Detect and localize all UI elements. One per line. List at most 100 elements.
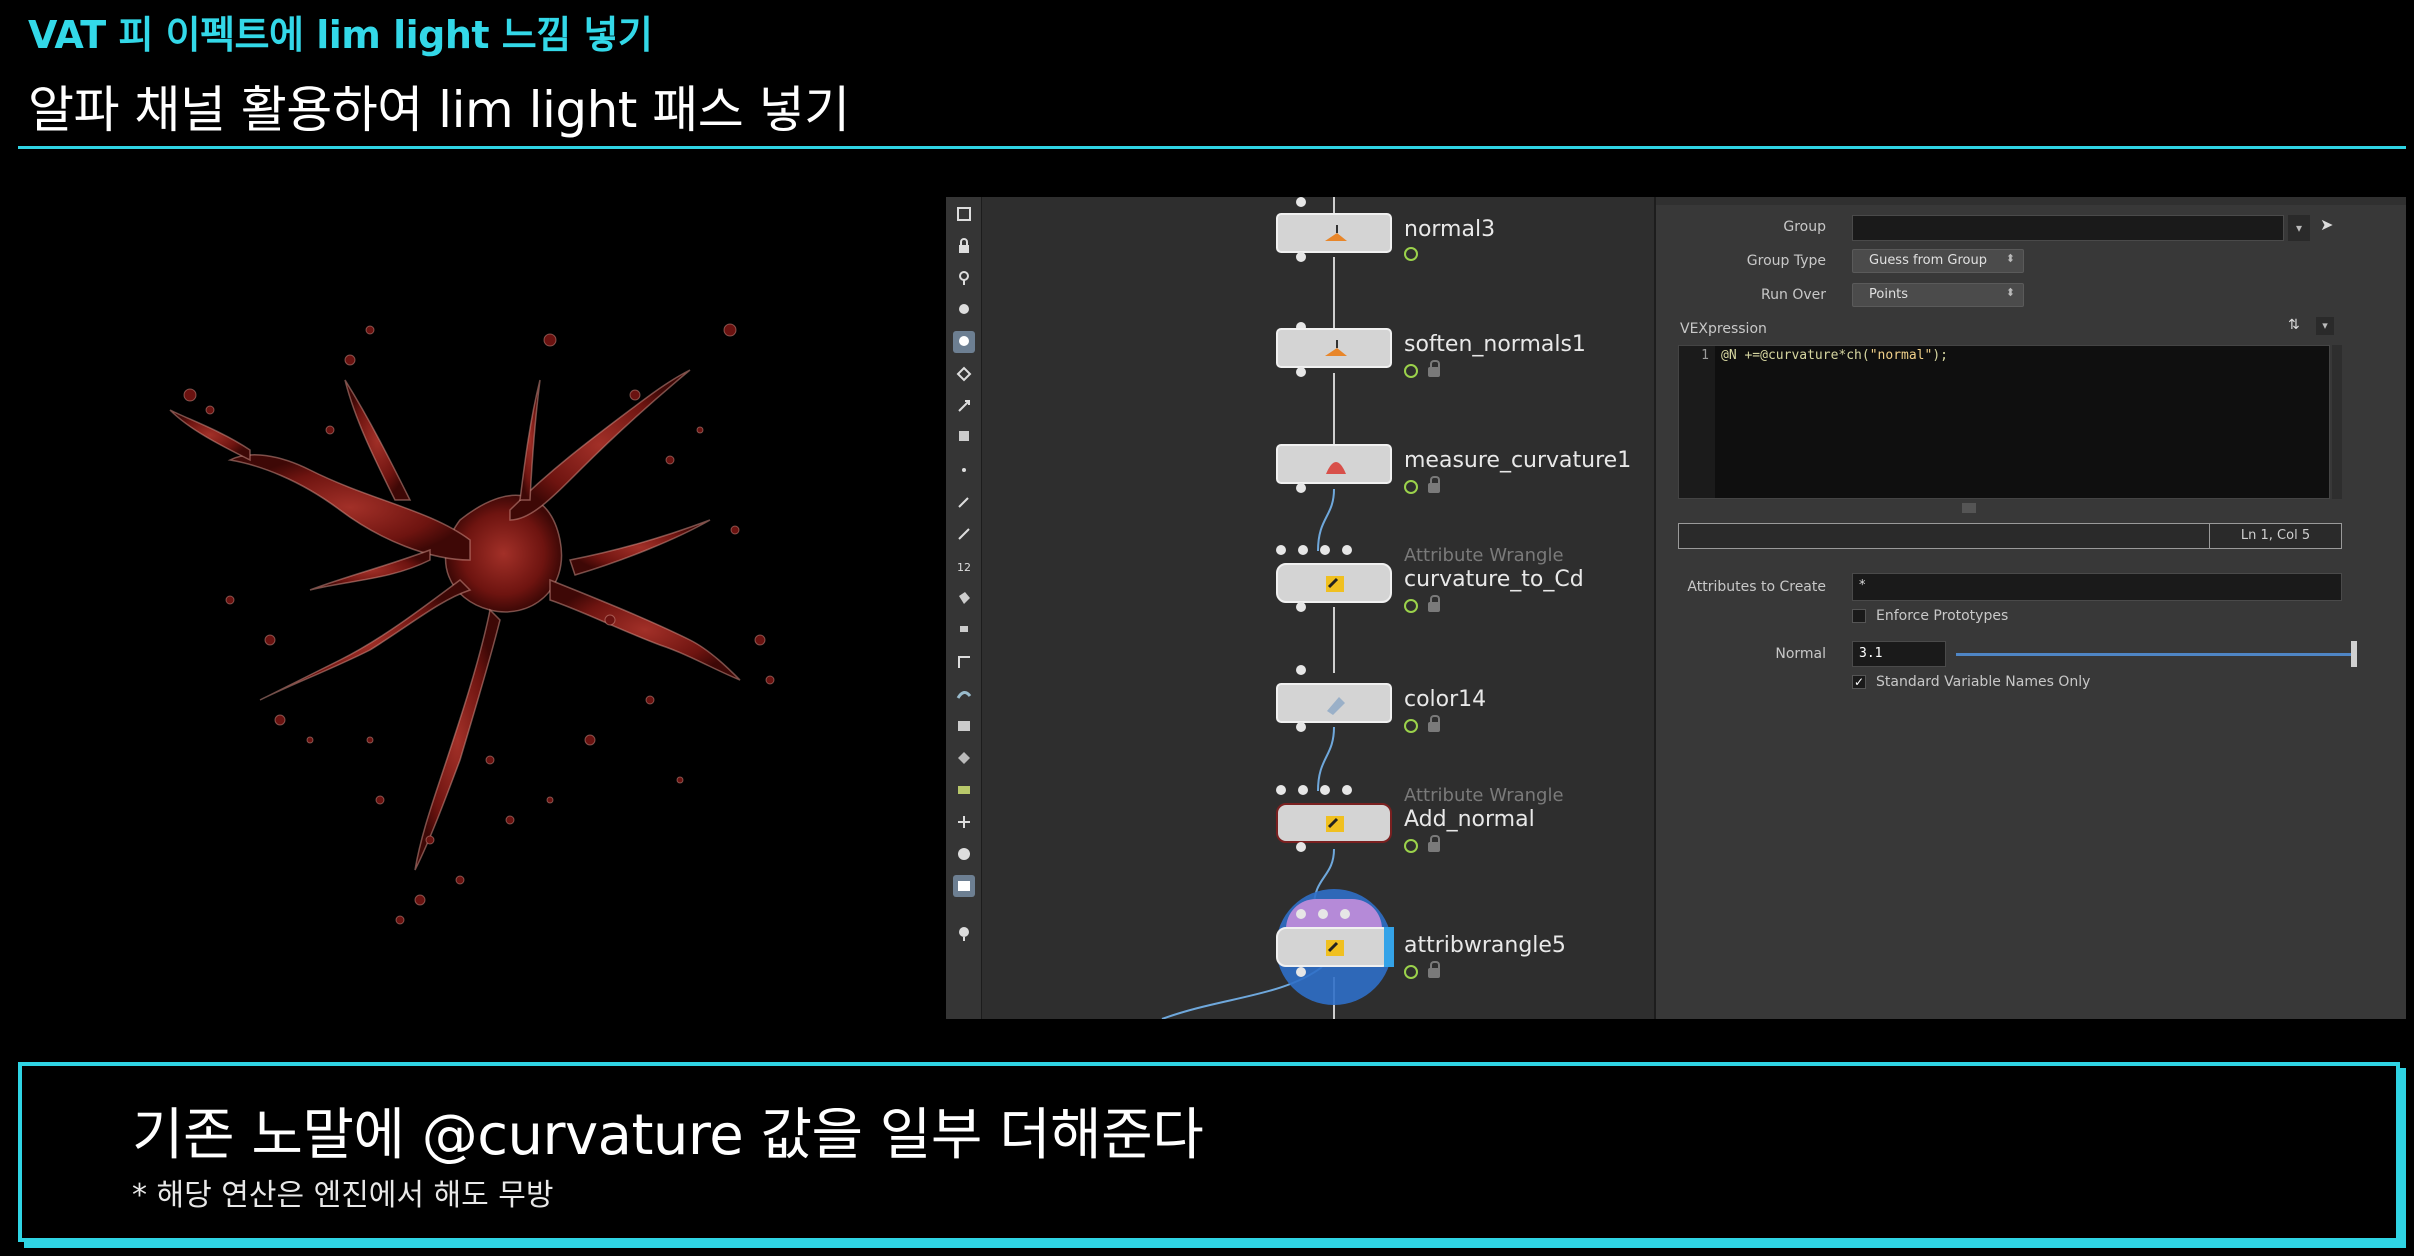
lock-icon[interactable] [1428,715,1440,732]
list-icon[interactable] [953,843,975,865]
node-add-normal[interactable] [1276,803,1392,843]
node-measure-curvature1[interactable] [1276,444,1392,484]
network-editor[interactable]: normal3 soften_normals1 measure_curvatur… [982,197,1654,1019]
normal-icon [1325,340,1347,356]
caption-main: 기존 노말에 @curvature 값을 일부 더해준다 [132,1103,1204,1168]
video-title: 알파 채널 활용하여 lim light 패스 넣기 [28,81,850,139]
node-soften-normals1[interactable] [1276,328,1392,368]
node-label: Add_normal [1404,807,1535,832]
display-icon[interactable] [953,875,975,897]
node-normal3[interactable] [1276,213,1392,253]
display-flag-icon[interactable] [1404,364,1418,378]
map-pin-icon[interactable] [953,299,975,321]
display-flag-icon[interactable] [1404,247,1418,261]
normal-label: Normal [1775,646,1826,662]
display-flag-icon[interactable] [1404,599,1418,613]
lock-icon[interactable] [1428,835,1440,852]
lock-icon[interactable] [1428,476,1440,493]
wrangle-icon [1326,576,1344,592]
node-label: attribwrangle5 [1404,933,1566,958]
flip-icon[interactable] [953,363,975,385]
lock-icon[interactable] [953,235,975,257]
bucket-icon[interactable] [953,587,975,609]
node-output-dot[interactable] [1296,722,1306,732]
video-subtitle: VAT 피 이펙트에 lim light 느낌 넣기 [28,13,653,57]
select-arrow-icon[interactable]: ➤ [2320,215,2333,234]
display-flag-icon[interactable] [1404,480,1418,494]
node-output-dot[interactable] [1296,602,1306,612]
node-output-dot[interactable] [1296,252,1306,262]
node-label: color14 [1404,687,1487,712]
display-flag-icon[interactable] [1404,965,1418,979]
node-input-dot[interactable] [1298,545,1308,555]
svg-text:12: 12 [957,561,971,574]
location-icon[interactable] [953,923,975,945]
node-attribwrangle5[interactable] [1276,927,1394,967]
node-input-dot[interactable] [1296,197,1306,207]
attributes-to-create-field[interactable]: * [1852,573,2342,601]
run-over-menu[interactable]: Points ⬍ [1852,283,2024,307]
select-tool-icon[interactable] [953,331,975,353]
vex-code-editor[interactable]: 1 @N +=@curvature*ch("normal"); [1678,345,2330,499]
node-input-dot[interactable] [1342,785,1352,795]
node-output-dot[interactable] [1296,367,1306,377]
group-type-label: Group Type [1746,253,1826,269]
vex-menu-icon[interactable]: ⇅ [2288,317,2300,333]
code-scrollbar[interactable] [2332,345,2342,499]
pen-icon[interactable] [953,523,975,545]
group-type-value: Guess from Group [1869,253,1987,268]
pin-icon[interactable] [953,267,975,289]
number-icon[interactable]: 12 [953,555,975,577]
node-label: normal3 [1404,217,1496,242]
lock-icon[interactable] [1428,961,1440,978]
normal-value-field[interactable]: 3.1 [1852,641,1946,667]
enforce-prototypes-checkbox[interactable] [1852,609,1866,623]
node-output-dot[interactable] [1296,483,1306,493]
paint-icon[interactable] [953,425,975,447]
node-color14[interactable] [1276,683,1392,723]
grid-icon[interactable] [953,779,975,801]
group-type-menu[interactable]: Guess from Group ⬍ [1852,249,2024,273]
node-input-dot[interactable] [1296,909,1306,919]
vex-code-prefix: @N +=@curvature*ch( [1721,348,1870,363]
node-input-dot[interactable] [1320,545,1330,555]
sweep-icon[interactable] [953,683,975,705]
corner-icon[interactable] [953,651,975,673]
lock-icon[interactable] [1428,595,1440,612]
brush-icon[interactable] [953,491,975,513]
network-view-icon[interactable] [953,203,975,225]
node-input-dot[interactable] [1296,665,1306,675]
node-output-dot[interactable] [1296,842,1306,852]
node-curvature-to-cd[interactable] [1276,563,1392,603]
node-input-dot[interactable] [1276,545,1286,555]
transform-icon[interactable] [953,395,975,417]
stamp-icon[interactable] [953,619,975,641]
image-icon[interactable] [953,715,975,737]
lock-icon[interactable] [1428,360,1440,377]
caption-box: 기존 노말에 @curvature 값을 일부 더해준다 * 해당 연산은 엔진… [18,1062,2400,1242]
node-input-dot[interactable] [1276,785,1286,795]
wrangle-icon [1326,816,1344,832]
node-input-dot[interactable] [1320,785,1330,795]
node-input-dot[interactable] [1342,545,1352,555]
menu-arrows-icon: ⬍ [2005,252,2015,265]
normal-slider-handle[interactable] [2351,641,2357,667]
point-icon[interactable] [953,459,975,481]
node-label: curvature_to_Cd [1404,567,1584,592]
color-icon [1327,697,1345,715]
group-dropdown-icon[interactable]: ▾ [2288,215,2310,241]
node-input-dot[interactable] [1318,909,1328,919]
diamond-icon[interactable] [953,747,975,769]
display-flag-icon[interactable] [1404,839,1418,853]
resize-handle[interactable] [1962,503,1976,513]
node-input-dot[interactable] [1340,909,1350,919]
display-flag-icon[interactable] [1404,719,1418,733]
branch-icon[interactable] [953,811,975,833]
node-input-dot[interactable] [1298,785,1308,795]
normal-slider-track[interactable] [1956,653,2354,656]
group-field[interactable] [1852,215,2284,241]
node-output-dot[interactable] [1296,967,1306,977]
node-type-label: Attribute Wrangle [1404,785,1564,806]
vex-dropdown-icon[interactable]: ▾ [2316,317,2334,335]
std-var-names-checkbox[interactable]: ✓ [1852,675,1866,689]
